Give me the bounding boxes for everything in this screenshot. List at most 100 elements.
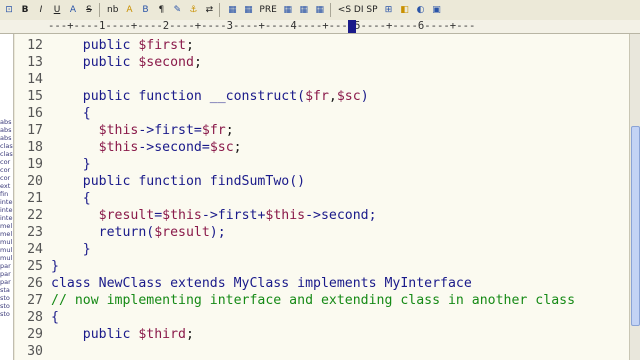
grid-icon[interactable]: ▦ bbox=[281, 2, 295, 18]
code-line[interactable]: 24 } bbox=[15, 241, 629, 258]
code-text: $this->second=$sc; bbox=[51, 139, 242, 156]
swap-icon[interactable]: ⇄ bbox=[202, 2, 216, 18]
nbsp-button[interactable]: nb bbox=[105, 2, 120, 18]
code-line[interactable]: 30 bbox=[15, 343, 629, 360]
code-editor[interactable]: 12 public $first; 13 public $second; 14 15 … bbox=[15, 34, 629, 360]
function-list-item[interactable]: inte bbox=[0, 206, 13, 214]
pre-button[interactable]: PRE bbox=[257, 2, 278, 18]
code-line[interactable]: 15 public function __construct($fr,$sc) bbox=[15, 88, 629, 105]
code-line[interactable]: 17 $this->first=$fr; bbox=[15, 122, 629, 139]
function-list-item[interactable]: cor bbox=[0, 158, 13, 166]
code-text: $result=$this->first+$this->second; bbox=[51, 207, 377, 224]
code-line[interactable]: 12 public $first; bbox=[15, 37, 629, 54]
html-tags-button[interactable]: <S DI SP bbox=[336, 2, 380, 18]
line-number: 16 bbox=[27, 106, 43, 121]
function-list-item[interactable]: cor bbox=[0, 166, 13, 174]
function-list-item[interactable]: par bbox=[0, 278, 13, 286]
list-icon[interactable]: ▦ bbox=[241, 2, 255, 18]
function-list-item[interactable]: abs bbox=[0, 134, 13, 142]
strikethrough-button[interactable]: S bbox=[82, 2, 96, 18]
function-list-item[interactable]: mel bbox=[0, 222, 13, 230]
code-line[interactable]: 14 bbox=[15, 71, 629, 88]
function-list-item[interactable]: mul bbox=[0, 254, 13, 262]
function-list-item[interactable]: ext bbox=[0, 182, 13, 190]
code-line[interactable]: 16 { bbox=[15, 105, 629, 122]
edit-icon[interactable]: ✎ bbox=[170, 2, 184, 18]
code-token: , bbox=[328, 89, 337, 104]
panel-toggle-icon[interactable]: ⊡ bbox=[2, 2, 16, 18]
vertical-scrollbar[interactable] bbox=[629, 34, 640, 360]
code-line[interactable]: 26 class NewClass extends MyClass impleme… bbox=[15, 275, 629, 292]
function-list-item[interactable]: mul bbox=[0, 238, 13, 246]
function-list-item[interactable]: sta bbox=[0, 286, 13, 294]
code-token: $second bbox=[138, 55, 194, 70]
italic-button[interactable]: I bbox=[34, 2, 48, 18]
function-list-item[interactable]: sto bbox=[0, 302, 13, 310]
ruler-scale: ---+----1----+----2----+----3----+----4-… bbox=[48, 20, 476, 32]
function-list-item[interactable]: abs bbox=[0, 126, 13, 134]
code-line[interactable]: 29 public $third; bbox=[15, 326, 629, 343]
underline-button[interactable]: U bbox=[50, 2, 64, 18]
anchor-icon[interactable]: ⚓ bbox=[186, 2, 200, 18]
code-token: ; bbox=[193, 55, 202, 70]
code-text: return($result); bbox=[51, 224, 226, 241]
block-button[interactable]: B bbox=[138, 2, 152, 18]
bold-button[interactable]: B bbox=[18, 2, 32, 18]
table-icon[interactable]: ▦ bbox=[225, 2, 239, 18]
function-list-item[interactable]: mel bbox=[0, 230, 13, 238]
code-token: ; bbox=[186, 327, 194, 342]
code-line[interactable]: 27 // now implementing interface and exte… bbox=[15, 292, 629, 309]
function-list-item[interactable]: sto bbox=[0, 310, 13, 318]
code-token: ; bbox=[225, 123, 234, 138]
line-number: 27 bbox=[27, 293, 43, 308]
code-token: = bbox=[154, 208, 163, 223]
code-token: public function __construct( bbox=[82, 89, 306, 104]
line-number: 29 bbox=[27, 327, 43, 342]
code-token: class NewClass extends MyClass implement… bbox=[51, 276, 472, 291]
paragraph-button[interactable]: ¶ bbox=[154, 2, 168, 18]
code-token: $this bbox=[98, 140, 139, 155]
code-line[interactable]: 22 $result=$this->first+$this->second; bbox=[15, 207, 629, 224]
function-list-item[interactable]: clas bbox=[0, 150, 13, 158]
color-icon[interactable]: ◧ bbox=[398, 2, 412, 18]
function-list-panel[interactable]: abs abs abs clas clas cor cor cor ext fin inte inte… bbox=[0, 34, 14, 360]
code-line[interactable]: 23 return($result); bbox=[15, 224, 629, 241]
image-icon[interactable]: ▦ bbox=[313, 2, 327, 18]
code-text: class NewClass extends MyClass implement… bbox=[51, 275, 472, 292]
contrast-icon[interactable]: ◐ bbox=[414, 2, 428, 18]
function-list-item[interactable]: par bbox=[0, 270, 13, 278]
line-number: 26 bbox=[27, 276, 43, 291]
function-list-item[interactable]: par bbox=[0, 262, 13, 270]
code-line[interactable]: 13 public $second; bbox=[15, 54, 629, 71]
preview-icon[interactable]: ▣ bbox=[430, 2, 444, 18]
code-line[interactable]: 25} bbox=[15, 258, 629, 275]
function-list-item[interactable]: sto bbox=[0, 294, 13, 302]
code-token: $this bbox=[265, 208, 306, 223]
function-list-item[interactable]: inte bbox=[0, 214, 13, 222]
code-line[interactable]: 28 { bbox=[15, 309, 629, 326]
function-list-item[interactable]: inte bbox=[0, 198, 13, 206]
code-line[interactable]: 18 $this->second=$sc; bbox=[15, 139, 629, 156]
frame-icon[interactable]: ▦ bbox=[297, 2, 311, 18]
column-ruler: ---+----1----+----2----+----3----+----4-… bbox=[48, 20, 640, 34]
code-token: ->second= bbox=[138, 140, 210, 155]
code-token: $result bbox=[98, 208, 155, 223]
code-line[interactable]: 20 public function findSumTwo() bbox=[15, 173, 629, 190]
code-token: $third bbox=[138, 327, 186, 342]
code-token: $sc bbox=[336, 89, 361, 104]
code-line[interactable]: 19 } bbox=[15, 156, 629, 173]
code-line[interactable]: 21 { bbox=[15, 190, 629, 207]
function-list-item[interactable]: clas bbox=[0, 142, 13, 150]
code-token: $result bbox=[154, 225, 210, 240]
align-button[interactable]: A bbox=[122, 2, 136, 18]
function-list-item[interactable]: cor bbox=[0, 174, 13, 182]
function-list-item[interactable]: abs bbox=[0, 118, 13, 126]
function-list-item[interactable]: mul bbox=[0, 246, 13, 254]
scrollbar-thumb[interactable] bbox=[631, 126, 640, 326]
layout-icon[interactable]: ⊞ bbox=[382, 2, 396, 18]
function-list-item[interactable]: fin bbox=[0, 190, 13, 198]
font-color-button[interactable]: A bbox=[66, 2, 80, 18]
